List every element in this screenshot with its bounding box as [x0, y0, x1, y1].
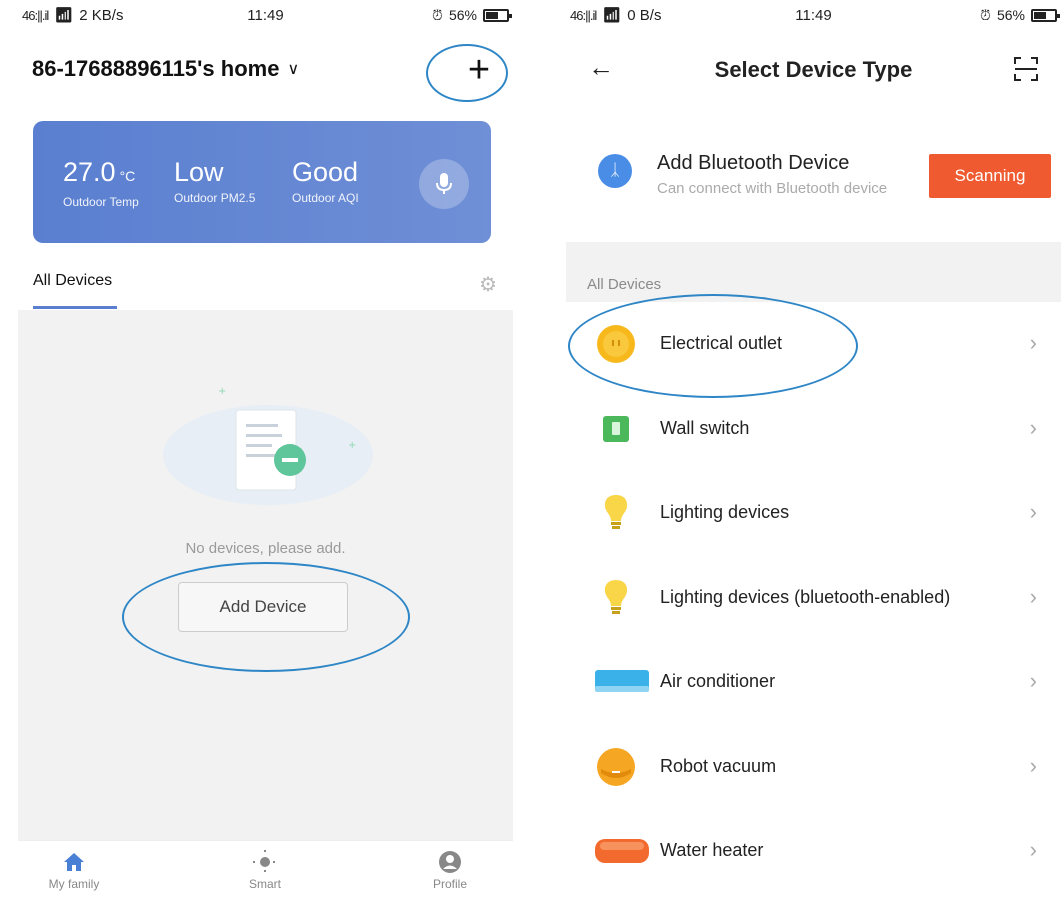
device-type-list: Electrical outlet › Wall switch › Lighti… [566, 302, 1061, 894]
tab-indicator [33, 306, 117, 309]
net-speed: 0 B/s [627, 6, 662, 24]
empty-message: No devices, please add. [185, 540, 346, 557]
profile-icon [400, 849, 500, 875]
scan-icon[interactable] [1013, 56, 1039, 82]
device-row-electrical-outlet[interactable]: Electrical outlet › [566, 302, 1061, 387]
weather-aqi: Good Outdoor AQI [292, 157, 359, 205]
battery-icon [1031, 8, 1060, 22]
chevron-right-icon: › [1029, 414, 1037, 440]
scanning-button[interactable]: Scanning [929, 154, 1051, 198]
bulb-icon [596, 578, 636, 618]
empty-illustration: + + [163, 386, 373, 505]
svg-text:+: + [218, 386, 226, 397]
wall-switch-icon [596, 409, 636, 449]
outlet-icon [596, 324, 636, 364]
air-conditioner-icon [594, 662, 650, 702]
device-row-lighting[interactable]: Lighting devices › [566, 471, 1061, 556]
bluetooth-icon: ᛣ [598, 154, 632, 188]
battery-percent: 56% [448, 7, 477, 23]
alarm-icon: ⏰︎ [432, 6, 443, 23]
home-selector[interactable]: 86-17688896115's home ∨ [32, 56, 299, 82]
weather-pm25: Low Outdoor PM2.5 [174, 157, 256, 205]
water-heater-icon [594, 831, 650, 871]
chevron-right-icon: › [1029, 330, 1037, 355]
alarm-icon: ⏰︎ [980, 6, 991, 23]
bluetooth-subtitle: Can connect with Bluetooth device [657, 180, 888, 197]
add-icon[interactable]: + [455, 48, 503, 96]
select-device-screen: 46:||.il 📶︎ 0 B/s 11:49 ⏰︎ 56% ← Select … [566, 0, 1061, 902]
chevron-down-icon: ∨ [287, 61, 300, 78]
status-bar: 46:||.il 📶︎ 0 B/s 11:49 ⏰︎ 56% [566, 0, 1061, 30]
chevron-right-icon: › [1029, 668, 1037, 693]
weather-card: 27.0 °C Outdoor Temp Low Outdoor PM2.5 Go… [33, 121, 491, 243]
chevron-right-icon: › [1029, 837, 1037, 862]
home-title: 86-17688896115's home [32, 56, 280, 81]
chevron-right-icon: › [1029, 499, 1037, 524]
bulb-icon [596, 493, 636, 533]
gear-icon[interactable]: ⚙ [479, 272, 497, 297]
chevron-right-icon: › [1029, 583, 1037, 609]
wifi-icon: 📶︎ [602, 7, 622, 24]
sun-icon [215, 849, 315, 875]
section-label: All Devices [587, 276, 662, 293]
device-tabs: All Devices ⚙ [18, 258, 513, 310]
home-icon [24, 849, 124, 875]
device-row-water-heater[interactable]: Water heater › [566, 809, 1061, 894]
device-row-lighting-bluetooth[interactable]: Lighting devices (bluetooth-enabled) › [566, 555, 1061, 640]
signal-icon: 46:||.il [22, 7, 49, 23]
tab-all-devices[interactable]: All Devices [33, 272, 112, 290]
device-row-wall-switch[interactable]: Wall switch › [566, 386, 1061, 471]
robot-vacuum-icon [596, 747, 636, 787]
nav-profile[interactable]: Profile [400, 849, 500, 891]
bottom-nav: My family Smart Profile [18, 840, 513, 902]
empty-state: + + No devices, please add. Add Device [18, 310, 513, 840]
nav-my-family[interactable]: My family [24, 849, 124, 891]
section-header: All Devices [566, 242, 1061, 302]
device-row-robot-vacuum[interactable]: Robot vacuum › [566, 724, 1061, 809]
svg-text:+: + [348, 440, 356, 451]
home-screen: 46:||.il 📶︎ 2 KB/s 11:49 ⏰︎ 56% 86-17688… [18, 0, 513, 902]
microphone-icon[interactable] [419, 159, 469, 209]
bluetooth-title: Add Bluetooth Device [657, 152, 850, 174]
net-speed: 2 KB/s [79, 6, 124, 24]
add-device-button[interactable]: Add Device [178, 582, 348, 632]
nav-smart[interactable]: Smart [215, 849, 315, 891]
battery-icon [483, 8, 512, 22]
status-bar: 46:||.il 📶︎ 2 KB/s 11:49 ⏰︎ 56% [18, 0, 513, 30]
wifi-icon: 📶︎ [54, 7, 74, 24]
battery-percent: 56% [996, 7, 1025, 23]
add-bluetooth-row[interactable]: ᛣ Add Bluetooth Device Can connect with … [566, 140, 1061, 240]
page-title: Select Device Type [714, 57, 913, 82]
weather-temp: 27.0 °C Outdoor Temp [63, 157, 139, 209]
signal-icon: 46:||.il [570, 7, 597, 23]
device-row-air-conditioner[interactable]: Air conditioner › [566, 640, 1061, 725]
chevron-right-icon: › [1029, 752, 1037, 778]
